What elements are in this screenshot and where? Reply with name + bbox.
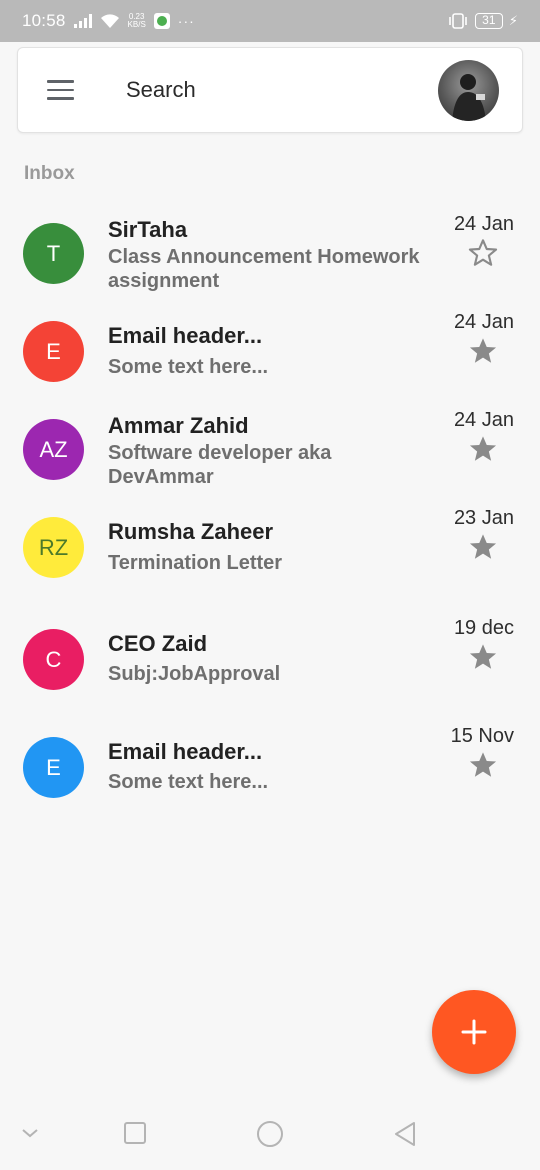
mail-date: 24 Jan bbox=[453, 311, 514, 333]
chevron-down-icon[interactable] bbox=[20, 1126, 40, 1140]
sender-name: Email header... bbox=[108, 739, 263, 764]
status-left: 10:58 0.23 KB/S ··· bbox=[22, 11, 195, 31]
sender-name: Ammar Zahid bbox=[108, 413, 249, 438]
mail-date: 15 Nov bbox=[450, 725, 514, 747]
network-speed-unit: KB/S bbox=[127, 20, 146, 29]
status-time: 10:58 bbox=[22, 11, 66, 30]
sender-avatar: E bbox=[23, 321, 84, 382]
navigation-bar bbox=[0, 1098, 540, 1170]
profile-avatar[interactable] bbox=[438, 60, 499, 121]
star-icon[interactable] bbox=[467, 749, 499, 781]
mail-subject: Software developer aka DevAmmar bbox=[108, 442, 332, 488]
sender-avatar: T bbox=[23, 223, 84, 284]
mail-date: 19 dec bbox=[453, 617, 514, 639]
circle-icon[interactable] bbox=[256, 1120, 284, 1148]
signal-icon bbox=[73, 14, 92, 28]
square-icon[interactable] bbox=[123, 1121, 147, 1145]
star-icon[interactable] bbox=[467, 641, 499, 673]
star-icon[interactable] bbox=[467, 433, 499, 465]
mail-subject: Some text here... bbox=[108, 771, 269, 793]
star-icon[interactable] bbox=[467, 531, 499, 563]
profile-photo bbox=[452, 74, 486, 121]
mail-item[interactable]: AZ Ammar Zahid Software developer aka DevA… bbox=[0, 401, 540, 499]
mail-date: 24 Jan bbox=[453, 409, 514, 431]
sender-name: CEO Zaid bbox=[108, 631, 208, 656]
more-notifications-icon: ··· bbox=[177, 13, 195, 29]
status-right: 31 ⚡ bbox=[447, 13, 518, 29]
sender-avatar: AZ bbox=[23, 419, 84, 480]
mail-date: 23 Jan bbox=[453, 507, 514, 529]
mail-item[interactable]: E Email header... Some text here... 24 Jan bbox=[0, 303, 540, 401]
vibrate-icon bbox=[449, 13, 467, 29]
sender-avatar: E bbox=[23, 737, 84, 798]
search-input[interactable]: Search bbox=[126, 77, 196, 103]
whatsapp-icon bbox=[153, 13, 170, 29]
search-bar[interactable]: Search bbox=[17, 47, 523, 133]
menu-icon[interactable] bbox=[47, 80, 74, 100]
mail-subject: Subj:JobApproval bbox=[108, 663, 281, 685]
mail-item[interactable]: C CEO Zaid Subj:JobApproval 19 dec bbox=[0, 607, 540, 705]
sender-avatar: C bbox=[23, 629, 84, 690]
mail-subject: Some text here... bbox=[108, 356, 269, 378]
mail-item[interactable]: RZ Rumsha Zaheer Termination Letter 23 Jan bbox=[0, 499, 540, 597]
mail-item[interactable]: E Email header... Some text here... 15 Nov bbox=[0, 715, 540, 813]
status-bar: 10:58 0.23 KB/S ··· 31 ⚡ bbox=[0, 0, 540, 42]
sender-name: Rumsha Zaheer bbox=[108, 519, 274, 544]
sender-name: SirTaha bbox=[108, 217, 188, 242]
wifi-icon bbox=[100, 14, 119, 28]
sender-avatar: RZ bbox=[23, 517, 84, 578]
mail-subject: Termination Letter bbox=[108, 552, 283, 574]
plus-icon bbox=[461, 1019, 487, 1045]
mail-item[interactable]: T SirTaha Class Announcement Homework assi… bbox=[0, 205, 540, 303]
compose-button[interactable] bbox=[432, 990, 516, 1074]
star-icon[interactable] bbox=[467, 335, 499, 367]
battery-level: 31 bbox=[474, 13, 503, 29]
sender-name: Email header... bbox=[108, 323, 263, 348]
charging-icon: ⚡ bbox=[508, 13, 518, 28]
network-speed: 0.23 KB/S bbox=[128, 13, 146, 29]
inbox-label: Inbox bbox=[24, 163, 75, 184]
mail-date: 24 Jan bbox=[453, 213, 514, 235]
star-icon[interactable] bbox=[467, 237, 499, 269]
mail-subject: Class Announcement Homework assignment bbox=[108, 246, 420, 292]
triangle-back-icon[interactable] bbox=[392, 1120, 418, 1148]
